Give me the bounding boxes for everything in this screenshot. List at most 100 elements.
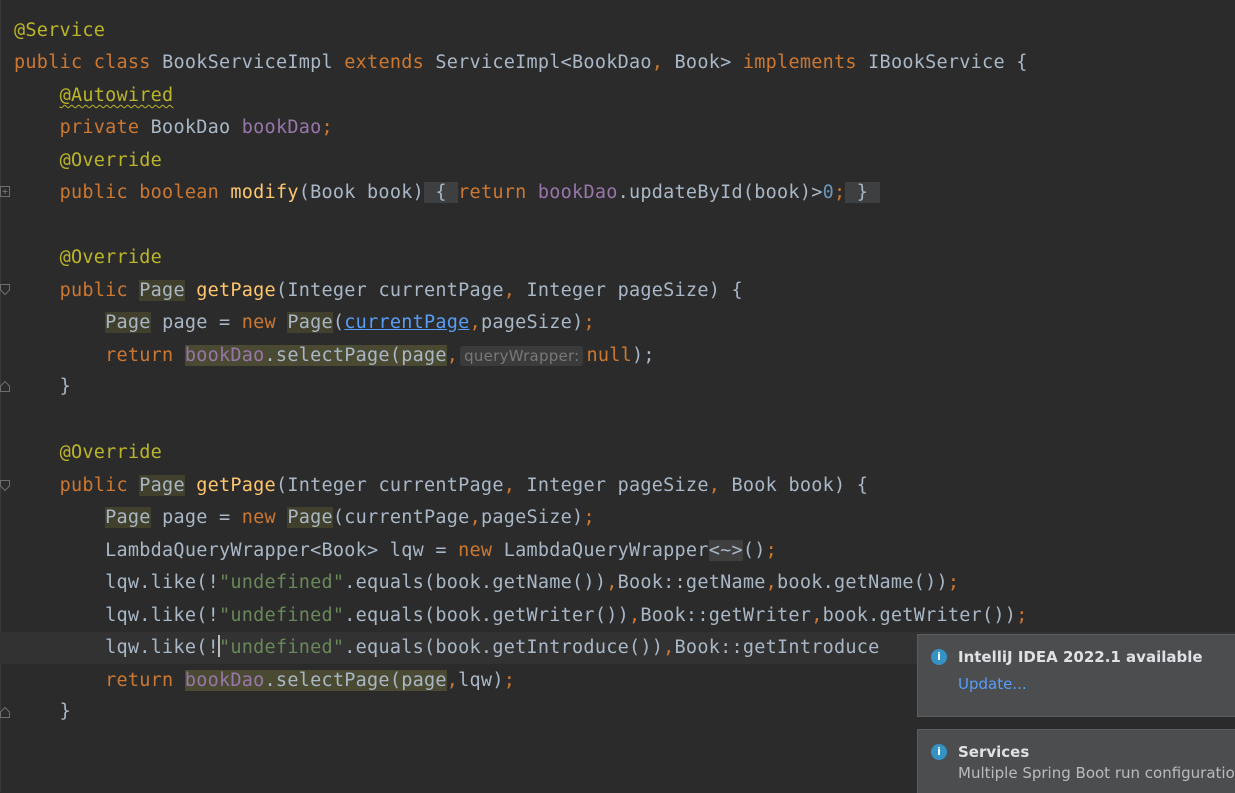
keyword: return bbox=[105, 670, 174, 691]
punctuation: , bbox=[663, 637, 675, 658]
code-line[interactable]: @Override bbox=[14, 145, 162, 177]
type-name: Page bbox=[105, 507, 151, 528]
code-line[interactable]: return bookDao.selectPage(page,lqw); bbox=[14, 665, 515, 697]
punctuation: , bbox=[708, 475, 721, 496]
fold-collapse-icon[interactable] bbox=[0, 284, 11, 296]
code-line[interactable]: public class BookServiceImpl extends Ser… bbox=[14, 47, 1028, 79]
field-name: bookDao bbox=[241, 117, 322, 138]
code-line[interactable]: return bookDao.selectPage(page, queryWrap… bbox=[14, 340, 655, 372]
keyword: class bbox=[93, 52, 151, 73]
diamond-fold[interactable]: <~> bbox=[708, 540, 743, 561]
code-line[interactable]: LambdaQueryWrapper<Book> lqw = new Lambd… bbox=[14, 535, 777, 567]
punctuation: ; bbox=[583, 312, 595, 333]
code-line[interactable]: private BookDao bookDao; bbox=[14, 112, 333, 144]
editor-gutter bbox=[0, 0, 1, 792]
type-name: Page bbox=[139, 280, 185, 301]
punctuation: , bbox=[651, 52, 664, 73]
info-icon: i bbox=[931, 649, 947, 665]
type-name: Book> bbox=[674, 52, 732, 73]
method-call: lqw.like(! bbox=[105, 572, 219, 593]
update-link[interactable]: Update... bbox=[958, 675, 1027, 693]
code-line[interactable]: public Page getPage(Integer currentPage,… bbox=[14, 470, 868, 502]
method-call: .selectPage(page bbox=[264, 345, 447, 366]
fold-collapse-icon[interactable] bbox=[0, 480, 11, 492]
punctuation: ; bbox=[503, 670, 516, 691]
code-line[interactable]: Page page = new Page(currentPage,pageSiz… bbox=[14, 502, 595, 534]
punctuation: ; bbox=[321, 117, 333, 138]
code-line[interactable]: @Autowired bbox=[14, 80, 174, 112]
method-name: getPage bbox=[196, 280, 276, 301]
type-name: BookDao bbox=[150, 117, 231, 138]
info-icon: i bbox=[931, 744, 947, 760]
type-name: Page bbox=[105, 312, 151, 333]
code-line[interactable]: public boolean modify(Book book) { retur… bbox=[14, 177, 880, 209]
keyword: return bbox=[458, 182, 527, 203]
annotation: @Autowired bbox=[59, 85, 174, 106]
argument: lqw) bbox=[458, 670, 504, 691]
parameters: (Integer currentPage bbox=[275, 475, 504, 496]
punctuation: ; bbox=[833, 182, 846, 203]
code-line[interactable]: lqw.like(!"undefined".equals(book.getWri… bbox=[14, 600, 1028, 632]
notification-title: Services bbox=[958, 743, 1030, 761]
keyword: boolean bbox=[139, 182, 219, 203]
keyword: new bbox=[241, 312, 276, 333]
code-line[interactable]: lqw.like(!"undefined".equals(book.getNam… bbox=[14, 567, 959, 599]
punctuation: , bbox=[765, 572, 778, 593]
code-line[interactable]: @Service bbox=[14, 15, 105, 47]
punctuation: ; bbox=[1016, 605, 1028, 626]
field-name: bookDao bbox=[184, 345, 265, 366]
code-line[interactable]: lqw.like(!"undefined".equals(book.getInt… bbox=[14, 632, 880, 664]
annotation: @Override bbox=[59, 442, 163, 463]
parameters: Book book) { bbox=[731, 475, 869, 496]
string-literal: "undefined" bbox=[219, 572, 345, 593]
notification-title: IntelliJ IDEA 2022.1 available bbox=[958, 648, 1203, 666]
field-name: bookDao bbox=[184, 670, 265, 691]
punctuation: , bbox=[811, 605, 823, 626]
parameter-hint: queryWrapper: bbox=[460, 346, 584, 366]
string-literal: "undefined" bbox=[219, 637, 345, 658]
variable: page = bbox=[162, 312, 231, 333]
punctuation: ; bbox=[583, 507, 595, 528]
update-notification[interactable]: i IntelliJ IDEA 2022.1 available Update.… bbox=[917, 634, 1235, 717]
type-name: LambdaQueryWrapper bbox=[503, 540, 709, 561]
method-call: .equals(book.getName()) bbox=[344, 572, 607, 593]
code-line[interactable]: public Page getPage(Integer currentPage,… bbox=[14, 275, 743, 307]
services-notification[interactable]: i Services Multiple Spring Boot run conf… bbox=[917, 729, 1235, 793]
code-line[interactable]: } bbox=[14, 696, 71, 728]
type-name: ServiceImpl<BookDao bbox=[435, 52, 652, 73]
punctuation: ; bbox=[765, 540, 778, 561]
code-line[interactable]: @Override bbox=[14, 437, 162, 469]
method-call: book.getName()) bbox=[777, 572, 948, 593]
fold-expand-icon[interactable] bbox=[0, 186, 11, 198]
method-call: lqw.like(! bbox=[105, 637, 219, 658]
punctuation: , bbox=[469, 312, 481, 333]
type-name: Page bbox=[139, 475, 185, 496]
fold-end-icon[interactable] bbox=[0, 706, 11, 718]
class-name: BookServiceImpl bbox=[162, 52, 333, 73]
annotation: @Override bbox=[59, 150, 163, 171]
folded-block-end[interactable]: } bbox=[845, 182, 880, 203]
code-line[interactable]: Page page = new Page(currentPage,pageSiz… bbox=[14, 307, 595, 339]
punctuation: , bbox=[503, 280, 516, 301]
punctuation: () bbox=[742, 540, 766, 561]
keyword: new bbox=[458, 540, 493, 561]
parameter-link[interactable]: currentPage bbox=[344, 312, 469, 333]
keyword: private bbox=[59, 117, 140, 138]
code-line[interactable]: @Override bbox=[14, 242, 162, 274]
method-call: book.getWriter()) bbox=[822, 605, 1017, 626]
method-call: .updateById(book)> bbox=[617, 182, 823, 203]
argument: (currentPage bbox=[332, 507, 470, 528]
brace: } bbox=[59, 376, 71, 397]
fold-end-icon[interactable] bbox=[0, 380, 11, 392]
brace: } bbox=[59, 701, 71, 722]
method-name: modify bbox=[230, 182, 299, 203]
punctuation: ; bbox=[947, 572, 960, 593]
type-name: Page bbox=[287, 312, 333, 333]
variable: page = bbox=[162, 507, 231, 528]
method-call: lqw.like(! bbox=[105, 605, 219, 626]
punctuation: , bbox=[628, 605, 641, 626]
type-name: LambdaQueryWrapper<Book> lqw = bbox=[105, 540, 447, 561]
punctuation: , bbox=[606, 572, 618, 593]
folded-block-start[interactable]: { bbox=[424, 182, 459, 203]
code-line[interactable]: } bbox=[14, 371, 71, 403]
